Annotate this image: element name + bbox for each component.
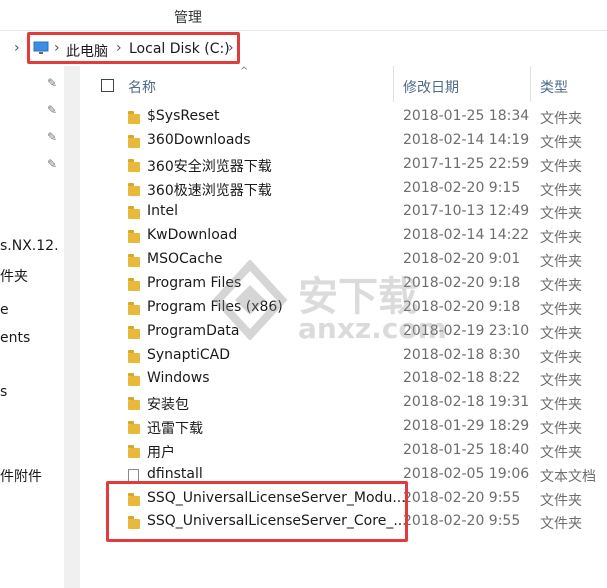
file-name[interactable]: 用户 [147, 442, 175, 462]
file-name[interactable]: Program Files (x86) [147, 299, 283, 315]
file-name[interactable]: Intel [147, 203, 178, 219]
folder-icon [128, 421, 140, 434]
folder-icon [128, 302, 140, 315]
file-type: 文件夹 [540, 254, 582, 270]
file-date: 2018-02-14 14:22 [403, 227, 530, 243]
file-name[interactable]: Program Files [147, 275, 241, 291]
file-name[interactable]: $SysReset [147, 108, 219, 124]
file-type: 文件夹 [540, 397, 582, 413]
navigation-scrollbar[interactable] [64, 66, 80, 588]
watermark-text: 安下载 [298, 274, 418, 320]
sort-up-icon: ^ [240, 66, 249, 77]
file-date: 2018-02-19 23:10 [403, 323, 530, 339]
file-type: 文件夹 [540, 135, 582, 151]
ribbon-divider [0, 30, 607, 31]
file-name[interactable]: 360Downloads [147, 132, 251, 148]
file-type: 文件夹 [540, 111, 582, 127]
file-date: 2018-02-18 8:30 [403, 347, 521, 363]
folder-icon [128, 397, 140, 410]
file-date: 2018-02-05 19:06 [403, 466, 530, 482]
file-type: 文件夹 [540, 278, 582, 294]
pin-icon[interactable]: ✎ [47, 76, 59, 90]
folder-icon [128, 445, 140, 458]
column-type-header[interactable]: 类型 [540, 77, 568, 97]
folder-icon [128, 350, 140, 363]
column-name-header[interactable]: 名称 [128, 77, 156, 97]
file-date: 2018-02-20 9:18 [403, 299, 521, 315]
file-type: 文件夹 [540, 445, 582, 461]
folder-icon [128, 254, 140, 267]
file-date: 2018-02-18 8:22 [403, 370, 521, 386]
file-type: 文件夹 [540, 206, 582, 222]
file-date: 2018-01-25 18:34 [403, 108, 530, 124]
file-type: 文件夹 [540, 183, 582, 199]
file-type: 文件夹 [540, 302, 582, 318]
file-name[interactable]: SynaptiCAD [147, 347, 230, 363]
file-type: 文件夹 [540, 516, 582, 532]
file-date: 2018-02-20 9:18 [403, 275, 521, 291]
file-type: 文本文档 [540, 469, 596, 485]
file-date: 2018-02-18 19:31 [403, 394, 530, 410]
file-type: 文件夹 [540, 230, 582, 246]
file-date: 2017-10-13 12:49 [403, 203, 530, 219]
file-date: 2018-01-25 18:40 [403, 442, 530, 458]
pin-icon[interactable]: ✎ [47, 130, 59, 144]
file-name[interactable]: ProgramData [147, 323, 240, 339]
nav-back-chevron-icon[interactable]: › [14, 40, 20, 56]
nav-item[interactable]: s.NX.12. [0, 238, 59, 254]
file-name[interactable]: 迅雷下载 [147, 418, 203, 438]
file-date: 2018-02-20 9:55 [403, 513, 521, 529]
file-name[interactable]: 安装包 [147, 394, 189, 414]
file-date: 2018-01-29 18:29 [403, 418, 530, 434]
folder-icon [128, 373, 140, 386]
folder-icon [128, 326, 140, 339]
folder-icon [128, 111, 140, 124]
folder-icon [128, 206, 140, 219]
folder-icon [128, 278, 140, 291]
file-type: 文件夹 [540, 326, 582, 342]
file-name[interactable]: dfinstall [147, 466, 203, 482]
file-date: 2018-02-20 9:55 [403, 490, 521, 506]
file-type: 文件夹 [540, 493, 582, 509]
file-name[interactable]: 360极速浏览器下载 [147, 180, 272, 200]
file-date: 2018-02-20 9:15 [403, 180, 521, 196]
nav-item[interactable]: s [0, 384, 7, 400]
navigation-pane [0, 66, 64, 588]
nav-item[interactable]: 件夹 [0, 266, 28, 286]
column-divider[interactable] [530, 66, 531, 102]
file-date: 2017-11-25 22:59 [403, 156, 530, 172]
folder-icon [128, 159, 140, 172]
file-name[interactable]: Windows [147, 370, 210, 386]
file-type: 文件夹 [540, 373, 582, 389]
pin-icon[interactable]: ✎ [47, 103, 59, 117]
file-date: 2018-02-14 14:19 [403, 132, 530, 148]
file-type: 文件夹 [540, 350, 582, 366]
pin-icon[interactable]: ✎ [47, 157, 59, 171]
file-type: 文件夹 [540, 159, 582, 175]
file-date: 2018-02-20 9:01 [403, 251, 521, 267]
address-highlight-box [27, 32, 240, 64]
nav-item[interactable]: ents [0, 330, 30, 346]
files-highlight-box [106, 481, 408, 542]
file-name[interactable]: KwDownload [147, 227, 237, 243]
nav-item[interactable]: e [0, 302, 9, 318]
folder-icon [128, 183, 140, 196]
nav-item[interactable]: 件附件 [0, 466, 42, 486]
ribbon: 管理 [0, 0, 607, 30]
select-all-checkbox[interactable] [101, 79, 114, 92]
column-header [80, 66, 607, 102]
ribbon-tab-manage[interactable]: 管理 [174, 7, 202, 27]
column-divider[interactable] [393, 66, 394, 102]
file-name[interactable]: MSOCache [147, 251, 223, 267]
column-date-header[interactable]: 修改日期 [403, 77, 459, 97]
file-type: 文件夹 [540, 421, 582, 437]
folder-icon [128, 135, 140, 148]
file-name[interactable]: 360安全浏览器下载 [147, 156, 272, 176]
folder-icon [128, 230, 140, 243]
